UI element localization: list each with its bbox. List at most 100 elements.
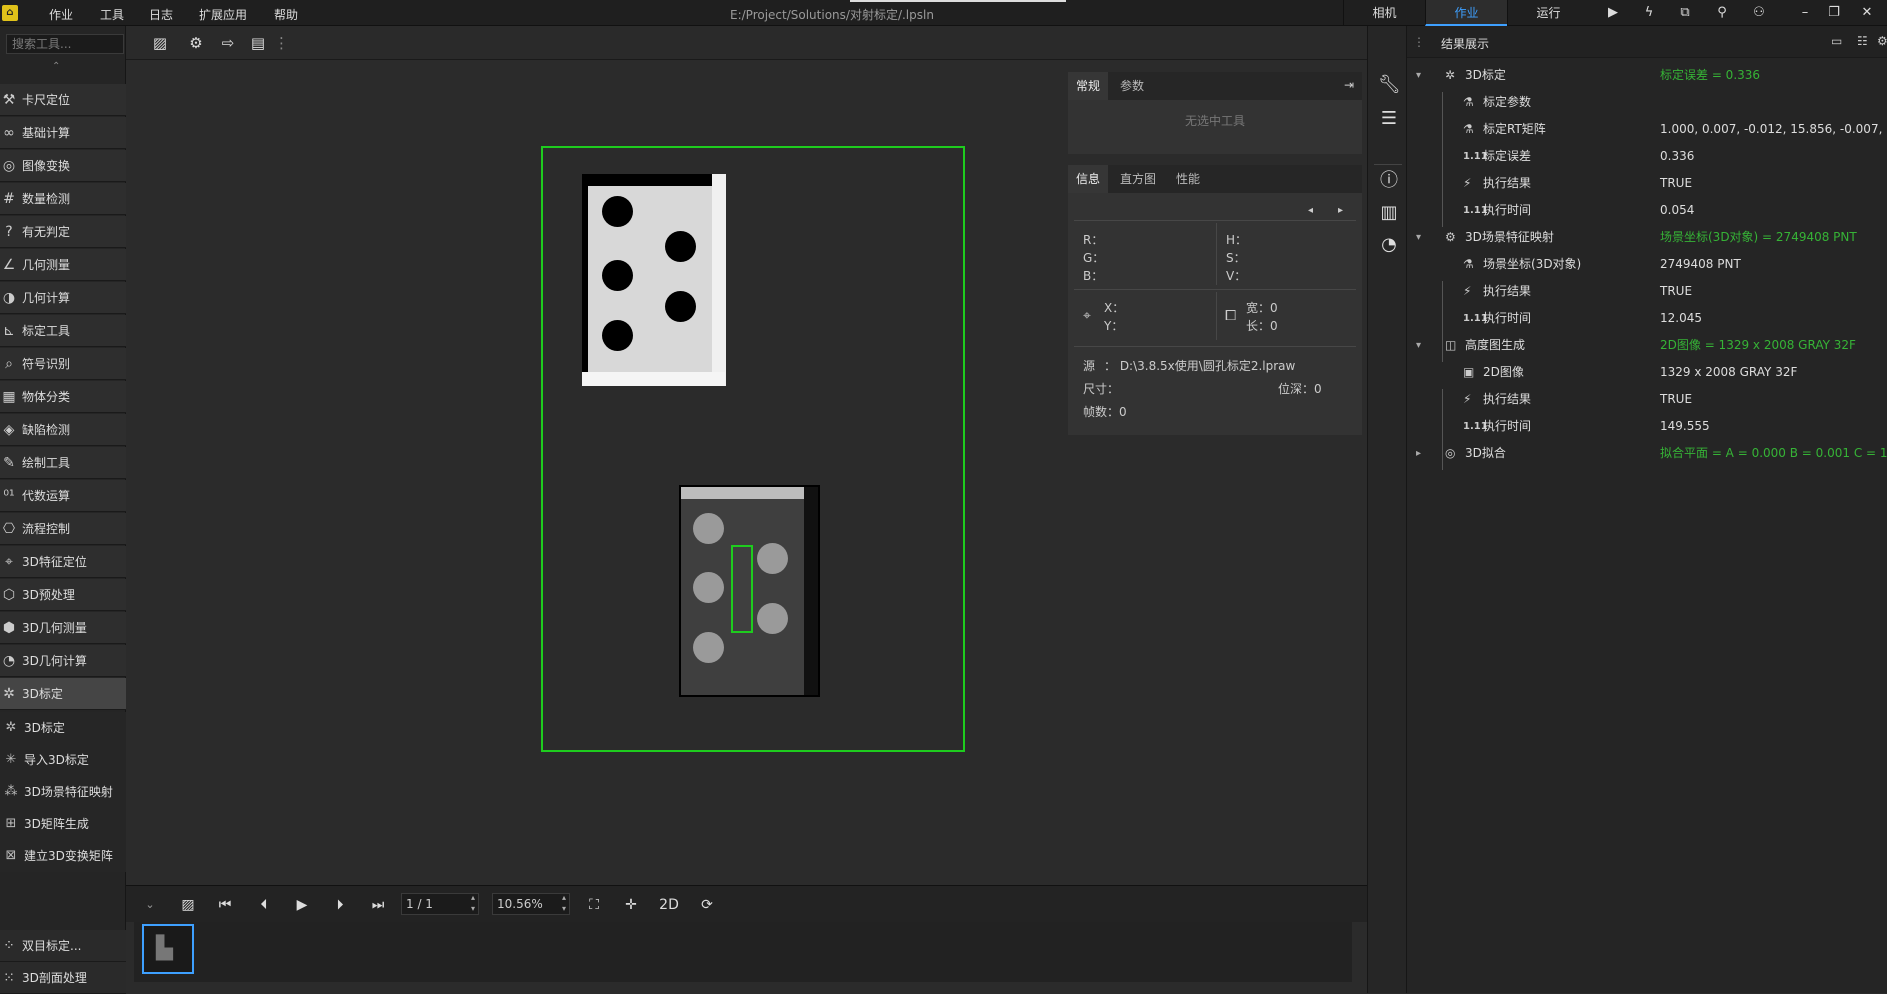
category-image-transform[interactable]: ◎ 图像变换	[0, 150, 126, 182]
result-item[interactable]: ⚗ 标定RT矩阵 1.000, 0.007, -0.012, 15.856, -0.…	[1407, 116, 1887, 143]
tool-3d-scene-feature-map[interactable]: ⁂ 3D场景特征映射	[0, 776, 126, 808]
play-icon[interactable]: ▶	[292, 895, 312, 915]
close-icon[interactable]: ✕	[1858, 4, 1876, 22]
tab-general[interactable]: 常规	[1068, 72, 1109, 100]
tool-3d-calibration[interactable]: ✲ 3D标定	[0, 712, 126, 744]
collapse-icon[interactable]: ▸	[1416, 440, 1421, 467]
category-flow-control[interactable]: ⎔ 流程控制	[0, 513, 126, 545]
tab-run[interactable]: 运行	[1507, 0, 1589, 26]
pin-icon[interactable]: ⇥	[1344, 78, 1354, 92]
result-item[interactable]: 1.11 执行时间 0.054	[1407, 197, 1887, 224]
category-basic-calc[interactable]: ∞ 基础计算	[0, 117, 126, 149]
category-stereo-calibration[interactable]: ⁘ 双目标定...	[0, 930, 126, 962]
result-item[interactable]: ⚡ 执行结果 TRUE	[1407, 170, 1887, 197]
minimize-icon[interactable]: –	[1796, 4, 1814, 22]
image-list-icon[interactable]: ▨	[178, 895, 198, 915]
result-item[interactable]: 1.11 标定误差 0.336	[1407, 143, 1887, 170]
expand-icon[interactable]: ▾	[1416, 332, 1421, 359]
restore-icon[interactable]: ❐	[1825, 4, 1843, 22]
spin-arrows-icon[interactable]: ▴ ▾	[471, 892, 475, 914]
result-node[interactable]: ▾ ◫ 高度图生成 2D图像 = 1329 x 2008 GRAY 32F	[1407, 332, 1887, 359]
refresh-icon[interactable]: ⟳	[697, 895, 717, 915]
spin-arrows-icon[interactable]: ▴ ▾	[562, 892, 566, 914]
category-geometry-calc[interactable]: ◑ 几何计算	[0, 282, 126, 314]
result-item[interactable]: ⚗ 标定参数	[1407, 89, 1887, 116]
category-presence[interactable]: ? 有无判定	[0, 216, 126, 248]
tool-3d-matrix-generate[interactable]: ⊞ 3D矩阵生成	[0, 808, 126, 840]
first-frame-icon[interactable]: ⏮	[215, 895, 235, 915]
histogram-icon[interactable]: ▥	[1378, 202, 1400, 224]
list-icon[interactable]: ☷	[1857, 34, 1868, 48]
expand-icon[interactable]: ▾	[1416, 224, 1421, 251]
search-icon[interactable]: ⚲	[1713, 4, 1731, 22]
export-icon[interactable]: ⇨	[218, 34, 238, 52]
category-3d-geometry-measure[interactable]: ⬢ 3D几何测量	[0, 612, 126, 644]
thumbnail-image[interactable]: ▙	[142, 924, 194, 974]
category-3d-preprocess[interactable]: ⬡ 3D预处理	[0, 579, 126, 611]
result-item[interactable]: ▣ 2D图像 1329 x 2008 GRAY 32F	[1407, 359, 1887, 386]
category-3d-feature-locate[interactable]: ⌖ 3D特征定位	[0, 546, 126, 578]
category-calibration[interactable]: ⊾ 标定工具	[0, 315, 126, 347]
zoom-input[interactable]: 10.56% ▴ ▾	[492, 893, 570, 915]
tab-job[interactable]: 作业	[1425, 0, 1507, 26]
save-icon[interactable]: ▤	[248, 34, 268, 52]
menu-tools[interactable]: 工具	[100, 6, 124, 23]
fit-screen-icon[interactable]: ⛶	[584, 895, 604, 915]
prev-icon[interactable]: ◂	[1308, 205, 1313, 216]
result-item[interactable]: ⚗ 场景坐标(3D对象) 2749408 PNT	[1407, 251, 1887, 278]
category-3d-calibration[interactable]: ✲ 3D标定	[0, 678, 126, 710]
tool-import-3d-calibration[interactable]: ✳ 导入3D标定	[0, 744, 126, 776]
result-item[interactable]: 1.11 执行时间 149.555	[1407, 413, 1887, 440]
category-caliper[interactable]: ⚒ 卡尺定位	[0, 84, 126, 116]
tab-performance[interactable]: 性能	[1168, 165, 1208, 193]
settings-icon[interactable]: ⚙	[186, 34, 206, 52]
inner-roi-rectangle[interactable]	[731, 545, 753, 633]
toolbar-more-icon[interactable]: ⋮	[274, 34, 289, 52]
run-icon[interactable]: ▶	[1604, 4, 1622, 22]
tool-build-3d-transform[interactable]: ⊠ 建立3D变换矩阵	[0, 840, 126, 872]
last-frame-icon[interactable]: ⏭	[368, 895, 388, 915]
result-item[interactable]: ⚡ 执行结果 TRUE	[1407, 386, 1887, 413]
tab-camera[interactable]: 相机	[1343, 0, 1425, 26]
category-geometry-measure[interactable]: ∠ 几何测量	[0, 249, 126, 281]
tab-histogram[interactable]: 直方图	[1112, 165, 1164, 193]
category-count[interactable]: # 数量检测	[0, 183, 126, 215]
category-object-classify[interactable]: ▦ 物体分类	[0, 381, 126, 413]
open-folder-icon[interactable]: ▭	[1831, 34, 1842, 48]
info-icon[interactable]: ⓘ	[1378, 170, 1400, 192]
result-item[interactable]: ⚡ 执行结果 TRUE	[1407, 278, 1887, 305]
sliders-icon[interactable]: ☰	[1378, 108, 1400, 130]
next-icon[interactable]: ▸	[1338, 205, 1343, 216]
expand-icon[interactable]: ▾	[1416, 62, 1421, 89]
crosshair-toggle-icon[interactable]: ✛	[621, 895, 641, 915]
menu-job[interactable]: 作业	[49, 6, 73, 23]
category-3d-profile[interactable]: ⁙ 3D剖面处理	[0, 962, 126, 994]
gauge-icon[interactable]: ◔	[1378, 234, 1400, 256]
user-off-icon[interactable]: ⚇	[1750, 4, 1768, 22]
next-frame-icon[interactable]: ⏵	[330, 895, 350, 915]
menu-help[interactable]: 帮助	[274, 6, 298, 23]
result-node[interactable]: ▾ ✲ 3D标定 标定误差 = 0.336	[1407, 62, 1887, 89]
more-icon[interactable]: ⋮	[1413, 35, 1425, 49]
category-3d-geometry-calc[interactable]: ◔ 3D几何计算	[0, 645, 126, 677]
wrench-icon[interactable]: 🔧︎	[1378, 74, 1401, 96]
tool-search-input[interactable]: 搜索工具...	[6, 34, 124, 54]
settings-icon[interactable]: ⚙	[1877, 34, 1887, 48]
result-node[interactable]: ▾ ⚙ 3D场景特征映射 场景坐标(3D对象) = 2749408 PNT	[1407, 224, 1887, 251]
category-defect-detect[interactable]: ◈ 缺陷检测	[0, 414, 126, 446]
scroll-up-icon[interactable]: ⌃	[52, 61, 60, 72]
lightning-icon[interactable]: ϟ	[1640, 4, 1658, 22]
result-node[interactable]: ▸ ◎ 3D拟合 拟合平面 = A = 0.000 B = 0.001 C = 1.0…	[1407, 440, 1887, 467]
tab-params[interactable]: 参数	[1112, 72, 1152, 100]
image-source-icon[interactable]: ▨	[150, 34, 170, 52]
category-algebra[interactable]: ⁰¹ 代数运算	[0, 480, 126, 512]
category-draw-tools[interactable]: ✎ 绘制工具	[0, 447, 126, 479]
category-symbol-recognition[interactable]: ⌕ 符号识别	[0, 348, 126, 380]
menu-extensions[interactable]: 扩展应用	[199, 6, 247, 23]
menu-log[interactable]: 日志	[149, 6, 173, 23]
prev-frame-icon[interactable]: ⏴	[254, 895, 274, 915]
tab-info[interactable]: 信息	[1068, 165, 1109, 193]
collapse-icon[interactable]: ⌄	[140, 895, 160, 915]
result-item[interactable]: 1.11 执行时间 12.045	[1407, 305, 1887, 332]
view-2d-button[interactable]: 2D	[655, 895, 683, 915]
